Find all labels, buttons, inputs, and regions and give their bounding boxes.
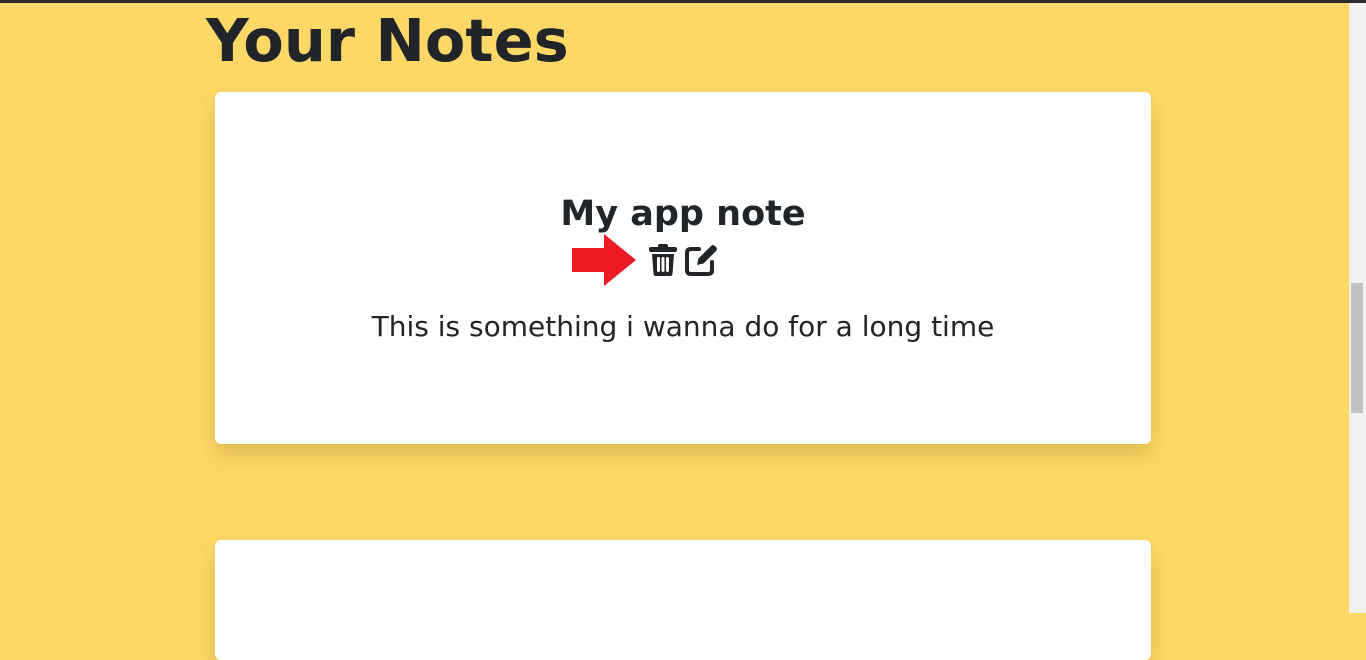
pen-to-square-icon[interactable]: [684, 242, 718, 278]
window-top-border: [0, 0, 1366, 3]
note-actions: [646, 242, 718, 278]
note-title: My app note: [560, 194, 806, 234]
vertical-scrollbar[interactable]: [1349, 3, 1366, 613]
page-title: Your Notes: [206, 6, 569, 75]
note-body: This is something i wanna do for a long …: [371, 310, 995, 343]
note-card: [215, 540, 1151, 660]
scrollbar-thumb[interactable]: [1351, 283, 1363, 413]
red-arrow-icon: [572, 234, 636, 286]
trash-icon[interactable]: [646, 242, 680, 278]
